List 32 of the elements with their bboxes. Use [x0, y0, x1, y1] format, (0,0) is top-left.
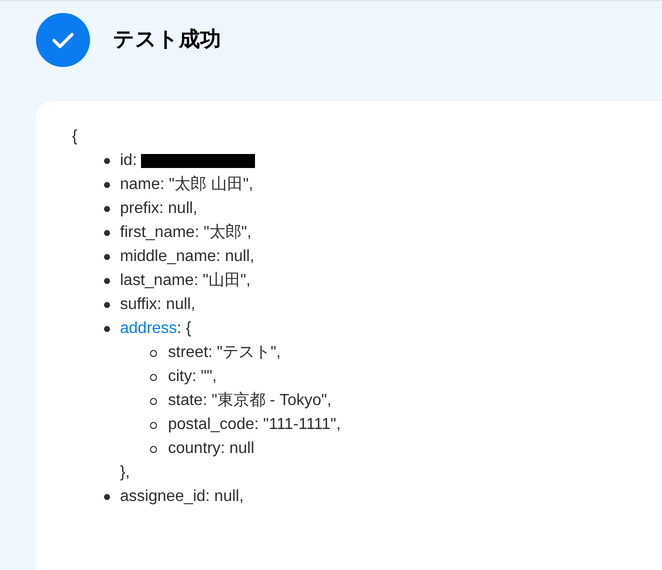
bullet-icon	[104, 494, 110, 500]
result-title: テスト成功	[113, 27, 221, 54]
json-text: country: null	[168, 439, 254, 459]
bullet-icon	[104, 158, 110, 164]
bullet-icon	[104, 206, 110, 212]
json-text: postal_code: "111-1111",	[168, 415, 341, 435]
bullet-icon	[104, 326, 110, 332]
bullet-icon	[150, 374, 157, 380]
json-text: city: "",	[168, 367, 217, 387]
json-text: street: "テスト",	[168, 343, 281, 363]
json-brace: {	[72, 127, 78, 147]
json-text: suffix: null,	[120, 295, 196, 315]
bullet-icon	[104, 230, 110, 236]
bullet-icon	[104, 254, 110, 260]
json-text: last_name: "山田",	[120, 270, 251, 291]
json-text: first_name: "太郎",	[120, 222, 252, 243]
json-text: state: "東京都 - Tokyo",	[168, 390, 332, 411]
json-brace: },	[120, 464, 130, 481]
bullet-icon	[104, 278, 110, 284]
json-text: id:	[120, 151, 137, 171]
json-text: assignee_id: null,	[120, 487, 244, 507]
json-text: : {	[176, 319, 192, 339]
json-text: prefix: null,	[120, 199, 198, 219]
bullet-icon	[104, 182, 110, 188]
object-link[interactable]: address	[120, 317, 177, 341]
bullet-icon	[150, 422, 157, 428]
bullet-icon	[150, 398, 157, 404]
json-text: middle_name: null,	[120, 247, 254, 267]
bullet-icon	[150, 350, 157, 356]
json-text: name: "太郎 山田",	[120, 174, 254, 195]
bullet-icon	[150, 446, 157, 452]
bullet-icon	[104, 302, 110, 308]
